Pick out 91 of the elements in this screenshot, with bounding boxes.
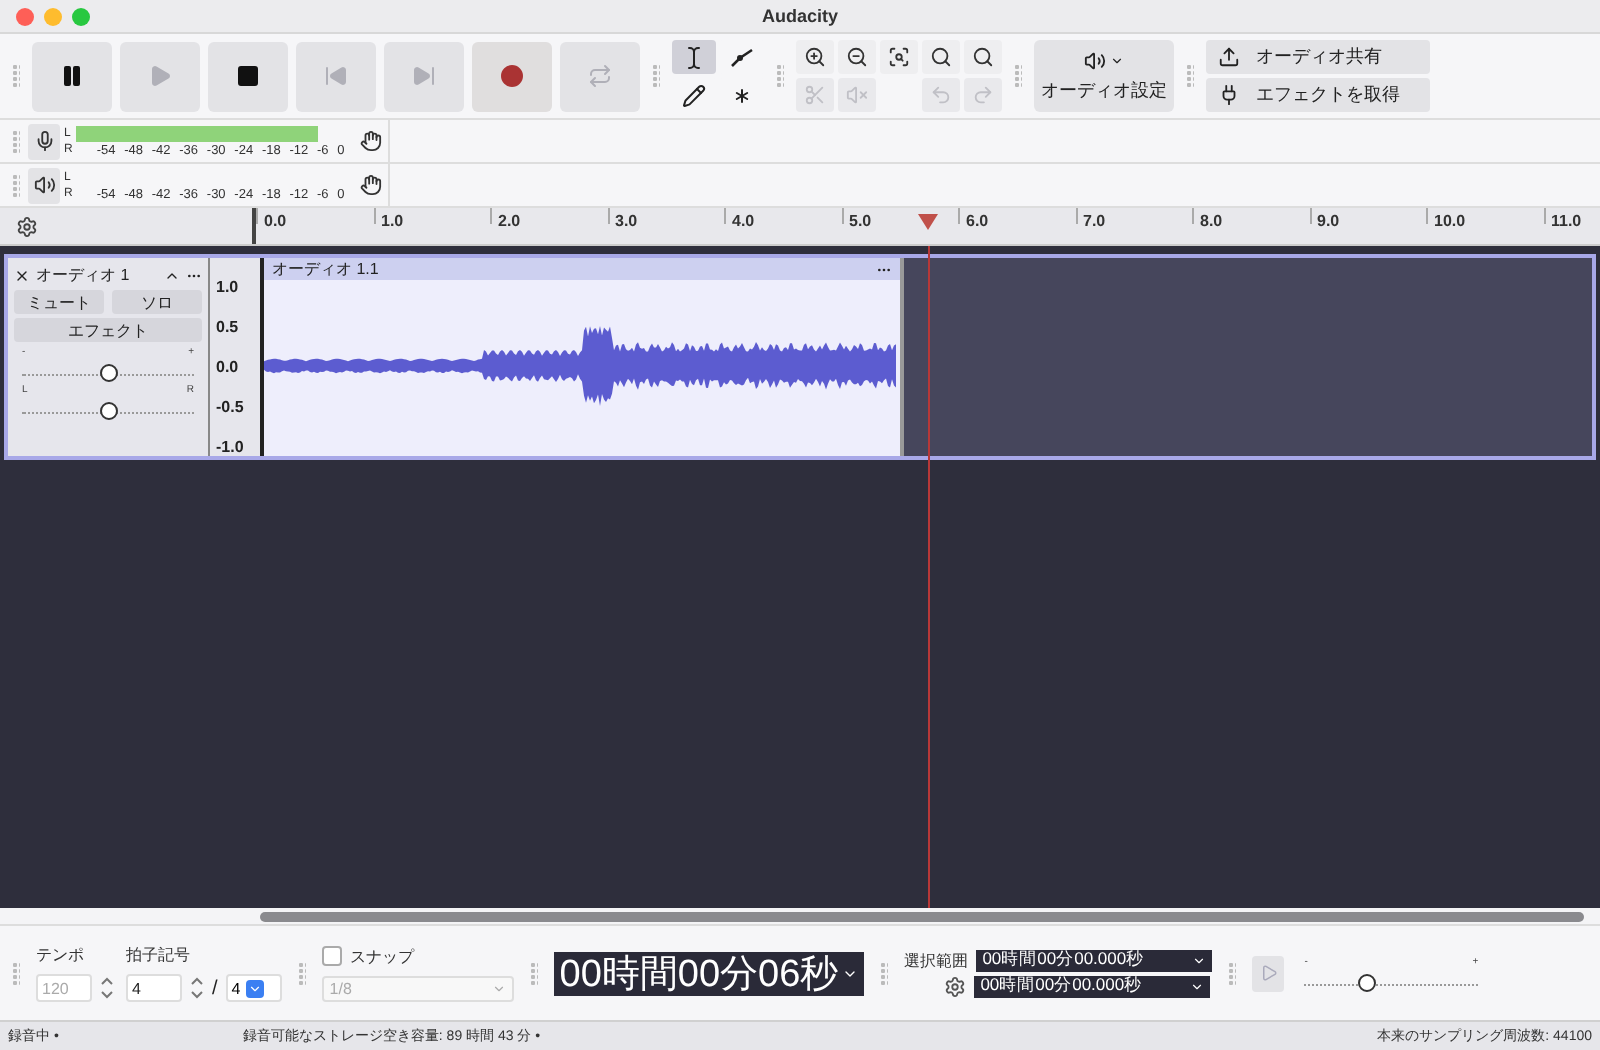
ruler-tick-label: 10.0 [1426, 208, 1543, 224]
speaker-icon [33, 174, 55, 196]
select-tool[interactable] [672, 40, 716, 74]
ruler-tick-label: 5.0 [841, 208, 958, 224]
stop-button[interactable] [208, 41, 288, 111]
ruler-tick-label: 3.0 [607, 208, 724, 224]
play-icon [148, 64, 172, 88]
selection-start-field[interactable]: 00時間00分00.000秒 [976, 949, 1213, 971]
hand-icon[interactable] [360, 174, 383, 196]
skip-to-end-icon [412, 64, 436, 88]
upload-icon [1218, 46, 1240, 68]
ruler-tick-label: 0.0 [256, 208, 373, 224]
caret-icon [246, 979, 265, 997]
slider-thumb[interactable] [100, 402, 118, 420]
stepper-icon[interactable] [100, 976, 114, 1000]
amplitude-label: -1.0 [216, 438, 246, 456]
play-icon [1259, 964, 1278, 982]
stepper-icon[interactable] [190, 976, 204, 1000]
zoom-out-icon [846, 46, 868, 68]
get-effects-button[interactable]: エフェクトを取得 [1206, 78, 1430, 112]
playhead-marker[interactable] [918, 214, 938, 230]
track-name: オーディオ 1 [36, 264, 132, 286]
multi-tool-icon [730, 83, 754, 107]
snap-label: スナップ [349, 945, 414, 967]
zoom-in-button[interactable] [796, 40, 834, 74]
zoom-out-button[interactable] [838, 40, 876, 74]
silence-icon [846, 84, 868, 106]
effects-button[interactable]: エフェクト [14, 318, 202, 342]
speaker-button[interactable] [28, 167, 60, 203]
skip-to-start-icon [324, 64, 348, 88]
separator-text: / [212, 977, 218, 999]
audio-setup-button[interactable]: オーディオ設定 [1034, 40, 1174, 112]
audio-clip[interactable]: オーディオ 1.1 [264, 258, 904, 456]
ruler-tick-label: 6.0 [958, 208, 1075, 224]
tempo-label: テンポ [36, 944, 86, 966]
record-button[interactable] [472, 41, 552, 111]
undo-icon [930, 84, 952, 106]
trim-icon [804, 84, 826, 106]
redo-icon [972, 84, 994, 106]
snap-checkbox[interactable] [321, 946, 342, 966]
close-icon[interactable] [14, 267, 30, 283]
beats-field[interactable]: 4 [126, 974, 182, 1002]
hand-icon[interactable] [360, 130, 383, 152]
window-title: Audacity [761, 6, 838, 26]
settings-icon[interactable] [16, 215, 38, 237]
settings-icon[interactable] [944, 975, 967, 997]
stop-icon [236, 64, 260, 88]
draw-tool-icon [682, 83, 706, 107]
close-window-button[interactable] [16, 7, 34, 25]
time-signature-label: 拍子記号 [126, 944, 192, 966]
fit-project-icon [930, 46, 952, 68]
selection-label: 選択範囲 [904, 949, 969, 971]
record-icon [500, 64, 524, 88]
ruler-tick-label: 4.0 [724, 208, 841, 224]
speaker-icon [1084, 49, 1106, 71]
beat-unit-select[interactable]: 4 [225, 974, 282, 1002]
time-display[interactable]: 00時間00分06秒 [553, 951, 865, 995]
select-tool-icon [682, 45, 706, 69]
ruler-tick-label: 11.0 [1543, 208, 1600, 224]
caret-icon [1110, 53, 1124, 67]
slider-thumb[interactable] [1357, 974, 1376, 992]
zoom-in-icon [804, 46, 826, 68]
ruler-tick-label: 1.0 [373, 208, 490, 224]
solo-button[interactable]: ソロ [112, 290, 202, 314]
envelope-tool-icon [730, 45, 754, 69]
ruler-tick-label: 7.0 [1075, 208, 1192, 224]
amplitude-label: -0.5 [216, 398, 246, 416]
amplitude-label: 1.0 [216, 278, 241, 296]
microphone-icon [33, 130, 55, 152]
ruler-tick-label: 8.0 [1192, 208, 1309, 224]
fit-selection-button[interactable] [880, 40, 918, 74]
share-audio-button[interactable]: オーディオ共有 [1206, 40, 1430, 74]
zoom-toggle-icon [972, 46, 994, 68]
mute-button[interactable]: ミュート [14, 290, 104, 314]
slider-thumb[interactable] [100, 364, 118, 382]
ruler-tick-label: 2.0 [490, 208, 607, 224]
selection-end-field[interactable]: 00時間00分00.000秒 [974, 975, 1211, 997]
amplitude-label: 0.0 [216, 358, 241, 376]
clip-name: オーディオ 1.1 [272, 258, 379, 280]
pause-button[interactable] [32, 41, 112, 111]
loop-icon [588, 64, 612, 88]
fit-selection-icon [888, 46, 910, 68]
microphone-button[interactable] [28, 123, 60, 159]
zoom-toggle-button[interactable] [964, 40, 1002, 74]
plug-icon [1218, 84, 1240, 106]
caret-icon [491, 981, 506, 995]
horizontal-scrollbar[interactable] [260, 911, 1584, 921]
ruler-tick-label: 9.0 [1309, 208, 1426, 224]
fit-project-button[interactable] [922, 40, 960, 74]
pause-icon [60, 64, 84, 88]
amplitude-label: 0.5 [216, 318, 241, 336]
